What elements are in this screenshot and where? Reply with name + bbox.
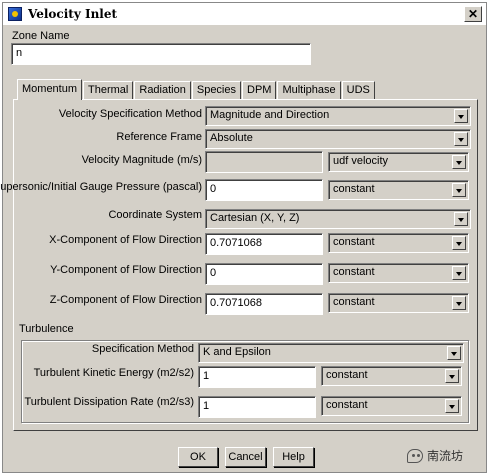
zone-name-input[interactable]: n: [11, 43, 311, 65]
coordinate-system-value: Cartesian (X, Y, Z): [210, 212, 300, 224]
close-button[interactable]: ✕: [464, 6, 482, 22]
velocity-spec-method-value: Magnitude and Direction: [210, 109, 330, 121]
velocity-magnitude-label: Velocity Magnitude (m/s): [81, 154, 202, 166]
gauge-pressure-method-select[interactable]: constant: [328, 180, 469, 200]
watermark-text: 南流坊: [427, 449, 464, 463]
velocity-magnitude-method-select[interactable]: udf velocity: [328, 152, 469, 172]
turbulent-dissipation-rate-label: Turbulent Dissipation Rate (m2/s3): [24, 396, 194, 408]
z-component-input[interactable]: 0.7071068: [205, 293, 323, 315]
chevron-down-icon[interactable]: [454, 212, 468, 226]
z-component-label: Z-Component of Flow Direction: [49, 294, 202, 306]
turbulent-dissipation-rate-method-value: constant: [326, 399, 368, 411]
tab-thermal[interactable]: Thermal: [83, 81, 134, 99]
x-component-input[interactable]: 0.7071068: [205, 233, 323, 255]
chevron-down-icon[interactable]: [445, 369, 459, 383]
chevron-down-icon[interactable]: [454, 132, 468, 146]
turbulence-group-label: Turbulence: [19, 323, 74, 335]
tab-momentum[interactable]: Momentum: [17, 79, 83, 100]
z-component-method-select[interactable]: constant: [328, 293, 469, 313]
tab-bar: Momentum Thermal Radiation Species DPM M…: [17, 79, 376, 100]
chevron-down-icon[interactable]: [452, 296, 466, 310]
turbulent-kinetic-energy-label: Turbulent Kinetic Energy (m2/s2): [33, 367, 194, 379]
chevron-down-icon[interactable]: [452, 155, 466, 169]
coordinate-system-label: Coordinate System: [108, 209, 202, 221]
chevron-down-icon[interactable]: [452, 183, 466, 197]
zone-name-label: Zone Name: [12, 30, 70, 42]
turbulent-kinetic-energy-method-select[interactable]: constant: [321, 366, 462, 386]
chevron-down-icon[interactable]: [447, 346, 461, 360]
cancel-button[interactable]: Cancel: [225, 447, 266, 467]
gauge-pressure-label: Supersonic/Initial Gauge Pressure (pasca…: [0, 181, 202, 193]
velocity-inlet-dialog: Velocity Inlet ✕ Zone Name n Momentum Th…: [0, 2, 487, 473]
x-component-method-value: constant: [333, 236, 375, 248]
turbulent-kinetic-energy-input[interactable]: 1: [198, 366, 316, 388]
turbulent-kinetic-energy-method-value: constant: [326, 369, 368, 381]
chevron-down-icon[interactable]: [445, 399, 459, 413]
chevron-down-icon[interactable]: [452, 266, 466, 280]
coordinate-system-select[interactable]: Cartesian (X, Y, Z): [205, 209, 471, 229]
x-component-label: X-Component of Flow Direction: [49, 234, 202, 246]
help-button[interactable]: Help: [273, 447, 314, 467]
gauge-pressure-method-value: constant: [333, 183, 375, 195]
velocity-spec-method-select[interactable]: Magnitude and Direction: [205, 106, 471, 126]
watermark: 南流坊: [407, 447, 463, 464]
tab-multiphase[interactable]: Multiphase: [277, 81, 341, 99]
z-component-method-value: constant: [333, 296, 375, 308]
velocity-spec-method-label: Velocity Specification Method: [58, 108, 202, 120]
turbulence-spec-method-value: K and Epsilon: [203, 346, 271, 358]
reference-frame-value: Absolute: [210, 132, 253, 144]
velocity-magnitude-input[interactable]: [205, 151, 323, 173]
y-component-method-select[interactable]: constant: [328, 263, 469, 283]
turbulence-spec-method-select[interactable]: K and Epsilon: [198, 343, 464, 363]
turbulent-dissipation-rate-input[interactable]: 1: [198, 396, 316, 418]
turbulence-spec-method-label: Specification Method: [91, 343, 194, 355]
title-bar: Velocity Inlet ✕: [3, 3, 486, 25]
reference-frame-select[interactable]: Absolute: [205, 129, 471, 149]
gauge-pressure-input[interactable]: 0: [205, 179, 323, 201]
tab-species[interactable]: Species: [191, 81, 241, 99]
ok-button[interactable]: OK: [178, 447, 218, 467]
y-component-input[interactable]: 0: [205, 263, 323, 285]
tab-uds[interactable]: UDS: [341, 81, 375, 99]
x-component-method-select[interactable]: constant: [328, 233, 469, 253]
tab-radiation[interactable]: Radiation: [134, 81, 191, 99]
tab-dpm[interactable]: DPM: [242, 81, 277, 99]
velocity-magnitude-method-value: udf velocity: [333, 155, 389, 167]
chevron-down-icon[interactable]: [454, 109, 468, 123]
y-component-label: Y-Component of Flow Direction: [50, 264, 202, 276]
fluent-app-icon: [8, 7, 22, 21]
turbulent-dissipation-rate-method-select[interactable]: constant: [321, 396, 462, 416]
window-title: Velocity Inlet: [28, 7, 118, 21]
y-component-method-value: constant: [333, 266, 375, 278]
wechat-icon: [407, 448, 423, 463]
chevron-down-icon[interactable]: [452, 236, 466, 250]
reference-frame-label: Reference Frame: [116, 131, 202, 143]
